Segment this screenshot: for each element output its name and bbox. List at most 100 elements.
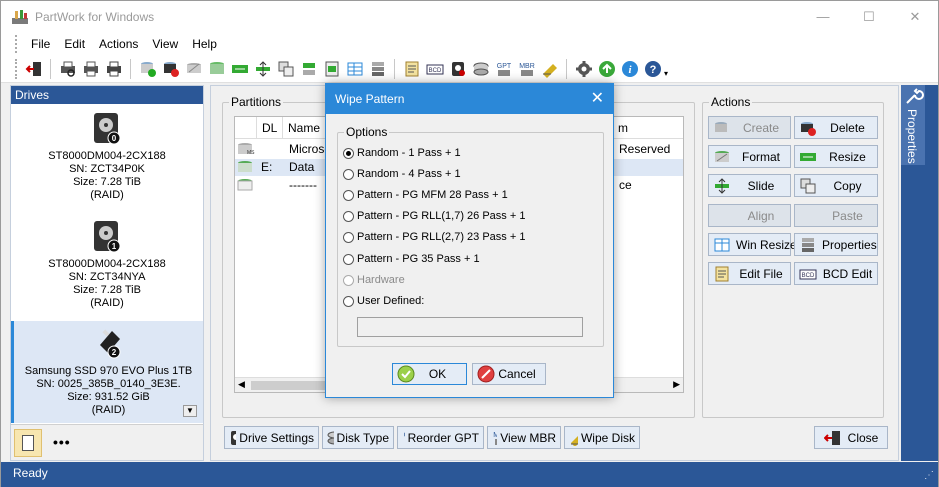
radio-icon[interactable]: [343, 295, 354, 307]
edit-file-icon[interactable]: [402, 59, 422, 79]
wipe-disk-icon[interactable]: [540, 59, 560, 79]
drive-settings-button[interactable]: Drive Settings: [224, 426, 319, 449]
radio-icon[interactable]: [343, 168, 354, 180]
drive-serial: SN: ZCT34P0K: [69, 163, 145, 175]
drive-size: Size: 7.28 TiB: [73, 284, 141, 296]
app-icon: [12, 9, 28, 24]
bcd-icon[interactable]: BCD: [425, 59, 445, 79]
view-mbr-button[interactable]: MBRView MBR: [487, 426, 561, 449]
drive-item-1[interactable]: 1 ST8000DM004-2CX188 SN: ZCT34NYA Size: …: [11, 214, 203, 316]
gear-icon[interactable]: [574, 59, 594, 79]
align-button[interactable]: Align: [708, 204, 791, 227]
option-pg-35pass[interactable]: Pattern - PG 35 Pass + 1: [343, 252, 480, 266]
dialog-close-icon[interactable]: ✕: [591, 84, 604, 114]
copy-partition-icon[interactable]: [276, 59, 296, 79]
reorder-gpt-button[interactable]: GPTReorder GPT: [397, 426, 484, 449]
option-random-4pass[interactable]: Random - 4 Pass + 1: [343, 167, 461, 181]
drive-settings-icon[interactable]: [448, 59, 468, 79]
slide-icon: [715, 177, 729, 194]
help-dropdown-icon[interactable]: ▾: [664, 69, 668, 78]
resize-button[interactable]: Resize: [794, 145, 878, 168]
exit-icon[interactable]: [24, 59, 44, 79]
bcd-edit-button[interactable]: BCD BCD Edit: [794, 262, 878, 285]
format-icon: [715, 150, 729, 162]
print-preview-icon[interactable]: [58, 59, 78, 79]
win-resize-button[interactable]: Win Resize: [708, 233, 797, 256]
drive-expand-button[interactable]: ▼: [183, 405, 197, 417]
create-partition-icon[interactable]: [138, 59, 158, 79]
table-icon[interactable]: [345, 59, 365, 79]
print-setup-icon[interactable]: [81, 59, 101, 79]
scroll-left-icon[interactable]: ◀: [238, 379, 245, 390]
menu-actions[interactable]: Actions: [92, 37, 145, 51]
radio-icon[interactable]: [343, 253, 354, 265]
disk-type-icon[interactable]: [471, 59, 491, 79]
col-tail[interactable]: m: [615, 117, 681, 139]
menu-file[interactable]: File: [24, 37, 57, 51]
update-icon[interactable]: [597, 59, 617, 79]
col-dl[interactable]: DL: [257, 117, 283, 138]
user-defined-field[interactable]: [357, 317, 583, 337]
info-icon[interactable]: i: [620, 59, 640, 79]
right-sidebar: Properties: [901, 85, 938, 461]
create-button[interactable]: Create: [708, 116, 791, 139]
print-icon[interactable]: [104, 59, 124, 79]
toolbar-grip: [15, 59, 18, 79]
drive-item-0[interactable]: 0 ST8000DM004-2CX188 SN: ZCT34P0K Size: …: [11, 106, 203, 208]
gpt-icon[interactable]: GPT: [494, 59, 514, 79]
dialog-title-bar: Wipe Pattern ✕: [326, 84, 613, 114]
menu-view[interactable]: View: [145, 37, 185, 51]
bcd-icon: BCD: [799, 269, 817, 279]
slide-icon[interactable]: [253, 59, 273, 79]
edit-file-icon: [715, 266, 729, 281]
option-pg-mfm[interactable]: Pattern - PG MFM 28 Pass + 1: [343, 188, 508, 202]
disk-icon[interactable]: [207, 59, 227, 79]
option-user-defined[interactable]: User Defined:: [343, 294, 424, 308]
row-tail: Reserved: [619, 142, 671, 156]
cancel-button[interactable]: Cancel: [472, 363, 546, 385]
status-text: Ready: [13, 466, 48, 480]
option-pg-rll27[interactable]: Pattern - PG RLL(2,7) 23 Pass + 1: [343, 230, 525, 244]
format-icon[interactable]: [184, 59, 204, 79]
close-button[interactable]: Close: [814, 426, 888, 449]
delete-button[interactable]: Delete: [794, 116, 878, 139]
help-icon[interactable]: ?: [643, 59, 663, 79]
option-pg-rll17[interactable]: Pattern - PG RLL(1,7) 26 Pass + 1: [343, 209, 525, 223]
format-button[interactable]: Format: [708, 145, 791, 168]
radio-icon[interactable]: [343, 189, 354, 201]
mbr-icon[interactable]: MBR: [517, 59, 537, 79]
paste-icon[interactable]: [322, 59, 342, 79]
menu-help[interactable]: Help: [185, 37, 224, 51]
delete-partition-icon[interactable]: [161, 59, 181, 79]
properties-button[interactable]: Properties: [794, 233, 878, 256]
copy-button[interactable]: Copy: [794, 174, 878, 197]
exit-icon: [823, 430, 840, 445]
scroll-right-icon[interactable]: ▶: [673, 379, 680, 390]
option-random-1pass[interactable]: Random - 1 Pass + 1: [343, 146, 461, 160]
align-icon[interactable]: [299, 59, 319, 79]
ok-button[interactable]: OK: [392, 363, 467, 385]
close-window-button[interactable]: ✕: [892, 1, 938, 32]
drive-thumb-icon[interactable]: [14, 429, 42, 457]
delete-icon: [801, 121, 816, 136]
menu-edit[interactable]: Edit: [57, 37, 92, 51]
wipe-disk-icon: [571, 435, 578, 446]
radio-icon[interactable]: [343, 210, 354, 222]
maximize-button[interactable]: ☐: [846, 1, 892, 32]
status-bar: Ready ⋰: [1, 462, 938, 487]
wipe-disk-button[interactable]: Wipe Disk: [564, 426, 640, 449]
edit-file-button[interactable]: Edit File: [708, 262, 791, 285]
drive-item-2[interactable]: 2 Samsung SSD 970 EVO Plus 1TB SN: 0025_…: [11, 321, 203, 423]
ms-partition-icon: MS: [238, 143, 255, 156]
radio-icon[interactable]: [343, 231, 354, 243]
resize-grip-icon[interactable]: ⋰: [924, 465, 934, 487]
slide-button[interactable]: Slide: [708, 174, 791, 197]
resize-icon[interactable]: [230, 59, 250, 79]
paste-button[interactable]: Paste: [794, 204, 878, 227]
minimize-button[interactable]: —: [800, 1, 846, 32]
disk-type-button[interactable]: Disk Type: [322, 426, 394, 449]
stack-icon[interactable]: [368, 59, 388, 79]
radio-icon[interactable]: [343, 147, 354, 159]
properties-tab[interactable]: Properties: [901, 85, 925, 165]
more-drives-button[interactable]: •••: [53, 434, 71, 450]
